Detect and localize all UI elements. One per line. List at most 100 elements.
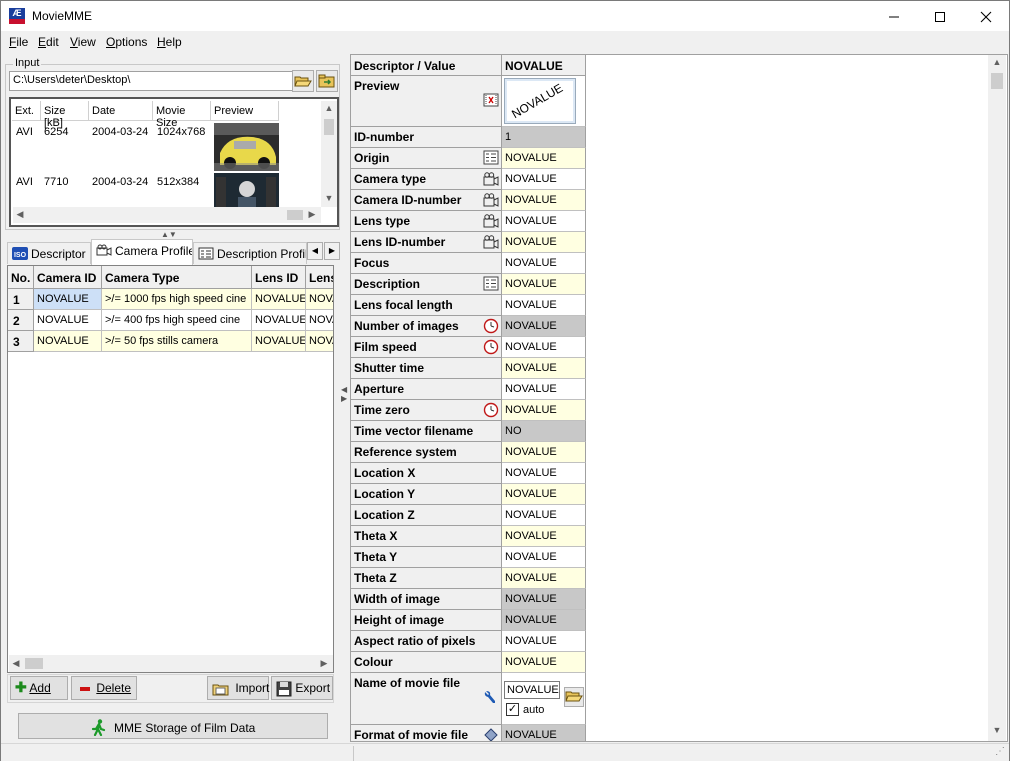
auto-checkbox[interactable]: ✓: [506, 703, 519, 716]
camera-icon[interactable]: [483, 213, 499, 229]
descriptor-value[interactable]: NOVALUE: [502, 316, 586, 337]
camera-type-cell[interactable]: >/= 1000 fps high speed cine: [102, 289, 252, 310]
descriptor-value[interactable]: NOVALUE: [502, 169, 586, 190]
tab-scroll-right-button[interactable]: ▶: [324, 242, 340, 260]
export-button[interactable]: Export: [271, 676, 333, 700]
camera-profile-table[interactable]: No. Camera ID Camera Type Lens ID Lens 1…: [7, 265, 334, 673]
camera-icon[interactable]: [483, 234, 499, 250]
descriptor-grid[interactable]: Descriptor / Value NOVALUE Preview NOVAL…: [350, 54, 1008, 742]
mme-storage-button[interactable]: MME Storage of Film Data: [18, 713, 328, 739]
clock-icon[interactable]: [483, 402, 499, 418]
movie-file-input[interactable]: NOVALUE: [504, 681, 560, 699]
menu-file[interactable]: File: [9, 35, 28, 49]
camera-id-cell[interactable]: NOVALUE: [34, 331, 102, 352]
descriptor-value[interactable]: NOVALUE: [502, 652, 586, 673]
file-list-hscroll[interactable]: ◀ ▶: [13, 207, 321, 223]
col-movie-size[interactable]: Movie Size: [153, 101, 211, 129]
import-button[interactable]: Import: [207, 676, 269, 700]
camera-type-cell[interactable]: >/= 400 fps high speed cine: [102, 310, 252, 331]
wrench-icon[interactable]: [483, 689, 499, 705]
descriptor-value[interactable]: NO: [502, 421, 586, 442]
descriptor-value[interactable]: NOVALUE: [502, 463, 586, 484]
clock-icon[interactable]: [483, 339, 499, 355]
camera-id-cell[interactable]: NOVALUE: [34, 289, 102, 310]
col-camera-type[interactable]: Camera Type: [102, 266, 252, 289]
close-button[interactable]: [963, 1, 1009, 31]
col-lens[interactable]: Lens: [306, 266, 333, 289]
col-no[interactable]: No.: [8, 266, 34, 289]
lens-cell[interactable]: NOVA: [306, 310, 333, 331]
descriptor-value[interactable]: NOVALUE: [502, 484, 586, 505]
horizontal-splitter[interactable]: ▲▼: [161, 230, 177, 239]
descriptor-value[interactable]: NOVALUE: [502, 358, 586, 379]
descriptor-value[interactable]: NOVALUE: [502, 295, 586, 316]
tab-description-profile[interactable]: Description Profile: [193, 242, 307, 264]
camera-type-cell[interactable]: >/= 50 fps stills camera: [102, 331, 252, 352]
lens-cell[interactable]: NOVA: [306, 331, 333, 352]
scroll-thumb[interactable]: [324, 119, 334, 135]
descriptor-value[interactable]: NOVALUE: [502, 400, 586, 421]
file-list[interactable]: Ext. Size [kB] Date Movie Size Preview A…: [9, 97, 339, 227]
tab-camera-profile[interactable]: Camera Profile: [91, 239, 193, 265]
file-list-vscroll[interactable]: ▲ ▼: [321, 101, 337, 207]
descriptor-value[interactable]: NOVALUE: [502, 526, 586, 547]
descriptor-value[interactable]: NOVALUE: [502, 505, 586, 526]
camera-icon[interactable]: [483, 171, 499, 187]
lens-id-cell[interactable]: NOVALUE: [252, 310, 306, 331]
add-button[interactable]: ✚ Add: [10, 676, 68, 700]
input-path-field[interactable]: C:\Users\deter\Desktop\: [9, 71, 295, 91]
col-ext[interactable]: Ext.: [12, 101, 41, 121]
descriptor-value[interactable]: NOVALUE: [502, 631, 586, 652]
scroll-thumb[interactable]: [991, 73, 1003, 89]
col-date[interactable]: Date: [89, 101, 153, 121]
scroll-up-icon[interactable]: ▲: [990, 57, 1004, 67]
scroll-down-icon[interactable]: ▼: [322, 193, 336, 203]
camera-icon[interactable]: [483, 192, 499, 208]
scroll-left-icon[interactable]: ◀: [13, 209, 27, 220]
scroll-down-icon[interactable]: ▼: [990, 725, 1004, 735]
descriptor-value[interactable]: NOVALUE: [502, 379, 586, 400]
lens-id-cell[interactable]: NOVALUE: [252, 289, 306, 310]
descriptor-value[interactable]: NOVALUE: [502, 274, 586, 295]
camera-id-cell[interactable]: NOVALUE: [34, 310, 102, 331]
menu-options[interactable]: Options: [106, 35, 147, 49]
resize-grip-icon[interactable]: ⋰: [995, 746, 1005, 757]
menu-edit[interactable]: Edit: [38, 35, 59, 49]
lens-id-cell[interactable]: NOVALUE: [252, 331, 306, 352]
tab-descriptor[interactable]: ISO Descriptor: [7, 242, 91, 264]
list-icon[interactable]: [483, 276, 499, 292]
descriptor-value[interactable]: NOVALUE: [502, 589, 586, 610]
clock-icon[interactable]: [483, 318, 499, 334]
menu-help[interactable]: Help: [157, 35, 182, 49]
descriptor-value[interactable]: NOVALUE: [502, 232, 586, 253]
descriptor-value[interactable]: NOVALUE: [502, 337, 586, 358]
vertical-splitter[interactable]: ◀ ▶: [341, 55, 347, 745]
scroll-up-icon[interactable]: ▲: [322, 103, 336, 113]
descriptor-value[interactable]: NOVALUE: [502, 211, 586, 232]
maximize-button[interactable]: [917, 1, 963, 31]
movie-file-browse-button[interactable]: [564, 687, 584, 707]
descriptor-value[interactable]: NOVALUE: [502, 568, 586, 589]
diamond-icon[interactable]: [483, 727, 499, 742]
hscroll-thumb[interactable]: [287, 210, 303, 220]
scroll-right-icon[interactable]: ▶: [305, 209, 319, 220]
lens-cell[interactable]: NOVA: [306, 289, 333, 310]
col-camera-id[interactable]: Camera ID: [34, 266, 102, 289]
browse-folder-button[interactable]: [316, 70, 338, 92]
menu-view[interactable]: View: [70, 35, 96, 49]
descriptor-value[interactable]: NOVALUE: [502, 253, 586, 274]
tab-scroll-left-button[interactable]: ◀: [307, 242, 323, 260]
descriptor-value[interactable]: NOVALUE: [502, 442, 586, 463]
minimize-button[interactable]: [871, 1, 917, 31]
descriptor-value[interactable]: 1: [502, 127, 586, 148]
descriptor-value[interactable]: NOVALUE: [502, 190, 586, 211]
col-preview[interactable]: Preview: [211, 101, 279, 121]
list-icon[interactable]: [483, 150, 499, 166]
col-size[interactable]: Size [kB]: [41, 101, 89, 129]
open-folder-button[interactable]: [292, 70, 314, 92]
format-value[interactable]: NOVALUE: [502, 725, 586, 741]
delete-button[interactable]: Delete: [71, 676, 137, 700]
descriptor-value[interactable]: NOVALUE: [502, 610, 586, 631]
descriptor-value[interactable]: NOVALUE: [502, 547, 586, 568]
scroll-right-icon[interactable]: ▶: [317, 658, 331, 669]
